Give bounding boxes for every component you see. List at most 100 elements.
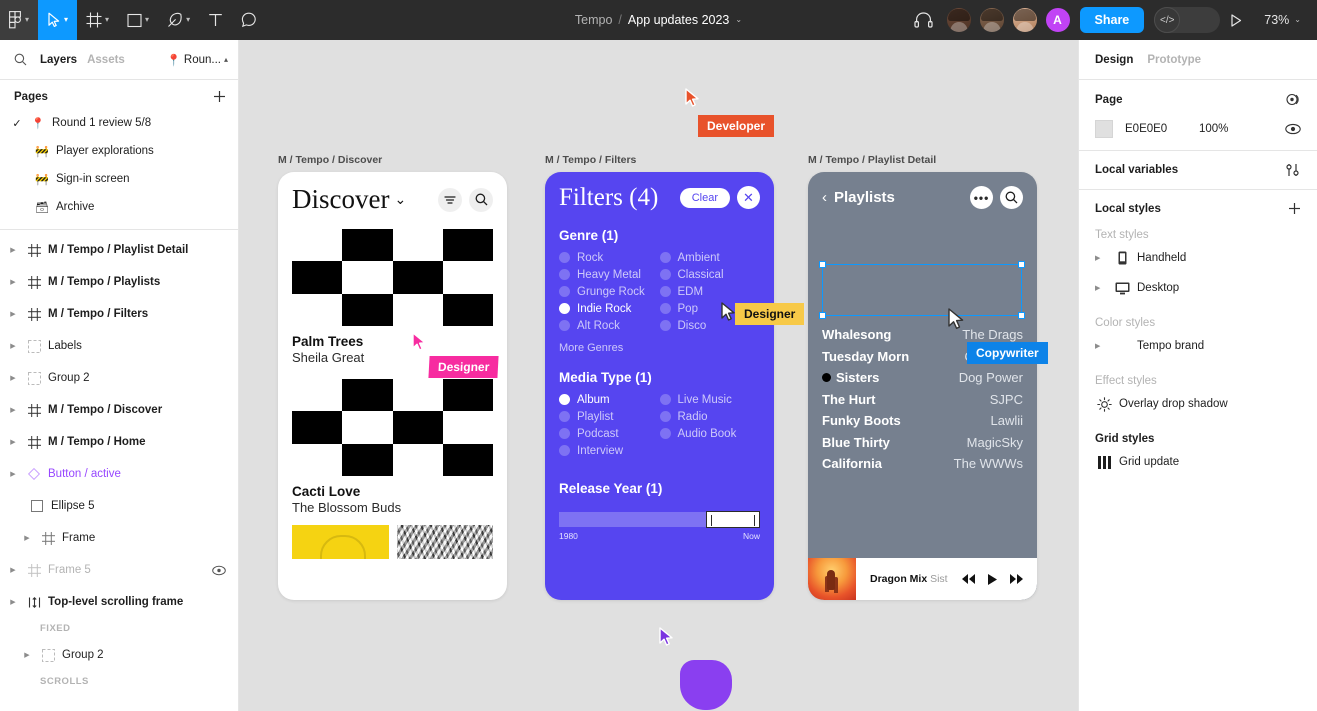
chevron-right-icon[interactable]: ▶ xyxy=(6,374,20,382)
style-item-tempo-brand[interactable]: ▶ Tempo brand xyxy=(1079,331,1317,361)
chevron-right-icon[interactable]: ▶ xyxy=(1095,284,1107,292)
pen-tool-button[interactable]: ▾ xyxy=(158,0,199,40)
chevron-right-icon[interactable]: ▶ xyxy=(6,470,20,478)
page-item-round1[interactable]: ✓ 📍 Round 1 review 5/8 xyxy=(0,109,238,137)
genre-option-rock[interactable]: Rock xyxy=(559,249,660,266)
figma-menu-button[interactable]: ▾ xyxy=(0,0,39,40)
chevron-right-icon[interactable]: ▶ xyxy=(6,310,20,318)
share-button[interactable]: Share xyxy=(1079,7,1145,33)
search-button[interactable] xyxy=(1000,186,1023,209)
chevron-right-icon[interactable]: ▶ xyxy=(6,566,20,574)
tab-design[interactable]: Design xyxy=(1095,54,1133,66)
shape-tool-button[interactable]: ▾ xyxy=(118,0,158,40)
avatar[interactable] xyxy=(945,7,972,33)
layer-row[interactable]: ▶ M / Tempo / Home xyxy=(0,426,238,458)
layer-row[interactable]: ▶ Button / active xyxy=(0,458,238,490)
style-item-overlay-drop-shadow[interactable]: Overlay drop shadow xyxy=(1079,389,1317,419)
frame-label-filters[interactable]: M / Tempo / Filters xyxy=(545,154,636,166)
style-item-handheld[interactable]: ▶ Handheld xyxy=(1079,243,1317,273)
play-icon[interactable] xyxy=(987,573,998,586)
layer-row[interactable]: ▶ Labels xyxy=(0,330,238,362)
release-year-slider[interactable]: 1980 Now xyxy=(545,502,774,541)
fill-opacity-value[interactable]: 100% xyxy=(1199,123,1228,135)
chevron-down-icon[interactable]: ⌄ xyxy=(394,191,406,208)
chevron-right-icon[interactable]: ▶ xyxy=(1095,342,1107,350)
layer-row[interactable]: ▶ M / Tempo / Discover xyxy=(0,394,238,426)
media-option-podcast[interactable]: Podcast xyxy=(559,425,660,442)
frame-discover[interactable]: Discover ⌄ Palm Trees Sheila Great Cacti… xyxy=(278,172,507,600)
media-option-audio-book[interactable]: Audio Book xyxy=(659,425,761,442)
more-options-icon[interactable]: ••• xyxy=(970,186,993,209)
tile-yellow[interactable] xyxy=(292,525,389,559)
chevron-right-icon[interactable]: ▶ xyxy=(6,438,20,446)
frame-playlist-detail[interactable]: ‹ Playlists ••• Whalesong The Drags Tues… xyxy=(808,172,1037,600)
zoom-control[interactable]: 73% ⌄ xyxy=(1258,9,1307,31)
avatar[interactable] xyxy=(978,7,1005,33)
audio-button[interactable] xyxy=(908,4,940,36)
close-icon[interactable]: ✕ xyxy=(737,186,760,209)
media-option-live-music[interactable]: Live Music xyxy=(659,391,761,408)
style-item-grid-update[interactable]: Grid update xyxy=(1079,447,1317,477)
eye-icon[interactable] xyxy=(1285,123,1301,135)
chevron-right-icon[interactable]: ▶ xyxy=(6,406,20,414)
layer-row[interactable]: ▶ Frame xyxy=(0,522,238,554)
eye-icon[interactable] xyxy=(212,565,226,576)
page-settings-icon[interactable] xyxy=(1286,92,1301,107)
media-option-playlist[interactable]: Playlist xyxy=(559,408,660,425)
style-item-desktop[interactable]: ▶ Desktop xyxy=(1079,273,1317,303)
avatar-initial[interactable]: A xyxy=(1044,7,1071,33)
page-item-signin-screen[interactable]: 🚧 Sign-in screen xyxy=(0,165,238,193)
tab-assets[interactable]: Assets xyxy=(87,54,125,66)
fast-forward-icon[interactable] xyxy=(1009,573,1024,585)
genre-option-alt-rock[interactable]: Alt Rock xyxy=(559,317,660,334)
chevron-right-icon[interactable]: ▶ xyxy=(20,651,34,659)
color-swatch[interactable] xyxy=(1095,120,1113,138)
tile-photo[interactable] xyxy=(396,525,493,559)
move-tool-button[interactable]: ▾ xyxy=(38,0,78,40)
current-page-chip[interactable]: 📍 Roun... ▴ xyxy=(167,53,228,67)
search-button[interactable] xyxy=(469,187,493,212)
breadcrumb[interactable]: Tempo / App updates 2023 ⌄ xyxy=(575,13,742,27)
purple-shape[interactable] xyxy=(680,660,732,710)
table-row[interactable]: Blue Thirty MagicSky xyxy=(822,435,1023,457)
project-name[interactable]: Tempo xyxy=(575,13,613,27)
layer-row[interactable]: ▶ Frame 5 xyxy=(0,554,238,586)
media-option-radio[interactable]: Radio xyxy=(659,408,761,425)
rewind-icon[interactable] xyxy=(961,573,976,585)
layer-row[interactable]: ▶ Group 2 xyxy=(0,639,238,671)
layer-row[interactable]: ▶ M / Tempo / Playlists xyxy=(0,266,238,298)
frame-label-discover[interactable]: M / Tempo / Discover xyxy=(278,154,382,166)
media-option-album[interactable]: Album xyxy=(559,391,660,408)
add-style-button[interactable] xyxy=(1288,202,1301,215)
chevron-right-icon[interactable]: ▶ xyxy=(1095,254,1107,262)
back-chevron-icon[interactable]: ‹ xyxy=(822,190,827,205)
frame-filters[interactable]: Filters (4) Clear ✕ Genre (1) Rock Heavy… xyxy=(545,172,774,600)
genre-option-edm[interactable]: EDM xyxy=(659,283,761,300)
genre-option-indie-rock[interactable]: Indie Rock xyxy=(559,300,660,317)
avatar[interactable] xyxy=(1011,7,1038,33)
tab-prototype[interactable]: Prototype xyxy=(1147,54,1201,66)
filter-button[interactable] xyxy=(438,187,462,212)
more-genres-link[interactable]: More Genres xyxy=(545,334,774,354)
genre-option-grunge-rock[interactable]: Grunge Rock xyxy=(559,283,660,300)
table-row[interactable]: California The WWWs xyxy=(822,456,1023,478)
table-row[interactable]: Funky Boots Lawlii xyxy=(822,413,1023,435)
add-page-button[interactable] xyxy=(213,90,226,103)
tab-layers[interactable]: Layers xyxy=(40,54,77,66)
layer-row[interactable]: ▶ M / Tempo / Filters xyxy=(0,298,238,330)
text-tool-button[interactable] xyxy=(199,0,232,40)
chevron-down-icon[interactable]: ⌄ xyxy=(735,16,742,24)
frame-tool-button[interactable]: ▾ xyxy=(77,0,118,40)
present-button[interactable] xyxy=(1220,4,1252,36)
dev-mode-toggle[interactable]: </> xyxy=(1154,7,1221,33)
search-button[interactable] xyxy=(10,50,30,70)
layer-row[interactable]: ▶ M / Tempo / Playlist Detail xyxy=(0,234,238,266)
page-item-player-explorations[interactable]: 🚧 Player explorations xyxy=(0,137,238,165)
chevron-right-icon[interactable]: ▶ xyxy=(6,342,20,350)
fill-hex-value[interactable]: E0E0E0 xyxy=(1125,123,1199,135)
sliders-icon[interactable] xyxy=(1285,163,1301,177)
genre-option-classical[interactable]: Classical xyxy=(659,266,761,283)
mini-player-bar[interactable]: Dragon Mix Sist xyxy=(808,558,1037,600)
design-canvas[interactable]: M / Tempo / Discover M / Tempo / Filters… xyxy=(239,40,1078,711)
file-name[interactable]: App updates 2023 xyxy=(628,13,729,27)
